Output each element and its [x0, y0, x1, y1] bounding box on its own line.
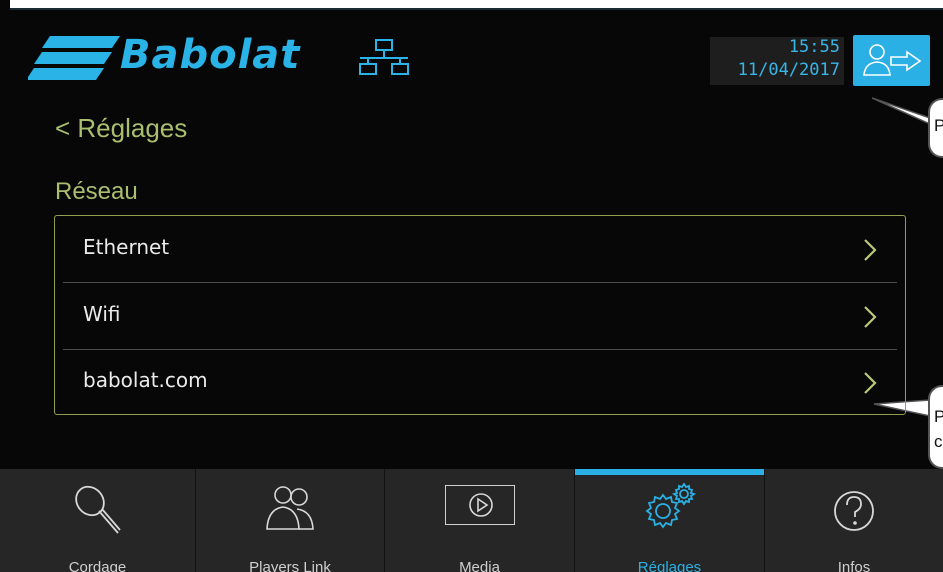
clock-display: 15:55 11/04/2017	[710, 37, 844, 85]
list-item-label: babolat.com	[83, 368, 208, 392]
tab-players-link[interactable]: Players Link	[196, 469, 385, 572]
network-settings-list: Ethernet Wifi babolat.com	[54, 215, 906, 415]
players-icon	[266, 486, 314, 530]
tab-label: Cordage	[68, 559, 127, 572]
gears-icon	[645, 482, 696, 529]
back-button[interactable]: < Réglages	[55, 113, 187, 144]
screen: Babolat 15:55 11/04/2017 P P c < Réglage…	[0, 0, 943, 572]
callout-2-text-line2: c	[934, 432, 943, 451]
list-item-babolat-com[interactable]: babolat.com	[63, 349, 897, 415]
play-icon	[469, 493, 493, 517]
tab-infos[interactable]: Infos	[765, 469, 943, 572]
callout-1: P	[928, 98, 943, 158]
chevron-right-icon	[864, 372, 877, 394]
list-item-label: Wifi	[83, 302, 121, 326]
brand-name: Babolat	[120, 32, 301, 78]
media-frame	[445, 485, 515, 525]
list-item-ethernet[interactable]: Ethernet	[63, 216, 897, 282]
callout-2: P c	[928, 385, 943, 469]
tab-reglages[interactable]: Réglages	[575, 469, 765, 572]
top-border	[10, 0, 943, 8]
callout-pointer-1	[871, 97, 931, 126]
user-arrow-icon	[863, 44, 922, 76]
clock-time: 15:55	[788, 37, 840, 57]
tab-cordage[interactable]: Cordage	[0, 469, 196, 572]
section-title: Réseau	[55, 178, 138, 205]
question-icon	[834, 491, 874, 531]
callout-2-text-line1: P	[934, 407, 943, 426]
callout-1-text: P	[934, 116, 943, 135]
babolat-logo-mark-icon	[28, 36, 120, 80]
chevron-right-icon	[864, 239, 877, 261]
tab-label: Réglages	[637, 559, 702, 572]
tab-label: Players Link	[249, 559, 331, 572]
tab-label: Infos	[837, 559, 871, 572]
list-item-label: Ethernet	[83, 235, 170, 259]
network-icon	[359, 39, 409, 75]
tab-label: Media	[459, 559, 500, 572]
clock-date: 11/04/2017	[737, 60, 840, 80]
racket-icon	[74, 485, 121, 534]
bottom-navigation: Cordage Players Link Media Réglages Info…	[0, 469, 943, 572]
top-border-shadow	[10, 8, 943, 10]
tab-media[interactable]: Media	[385, 469, 575, 572]
login-button[interactable]	[853, 35, 930, 86]
list-item-wifi[interactable]: Wifi	[63, 283, 897, 349]
chevron-right-icon	[864, 306, 877, 328]
